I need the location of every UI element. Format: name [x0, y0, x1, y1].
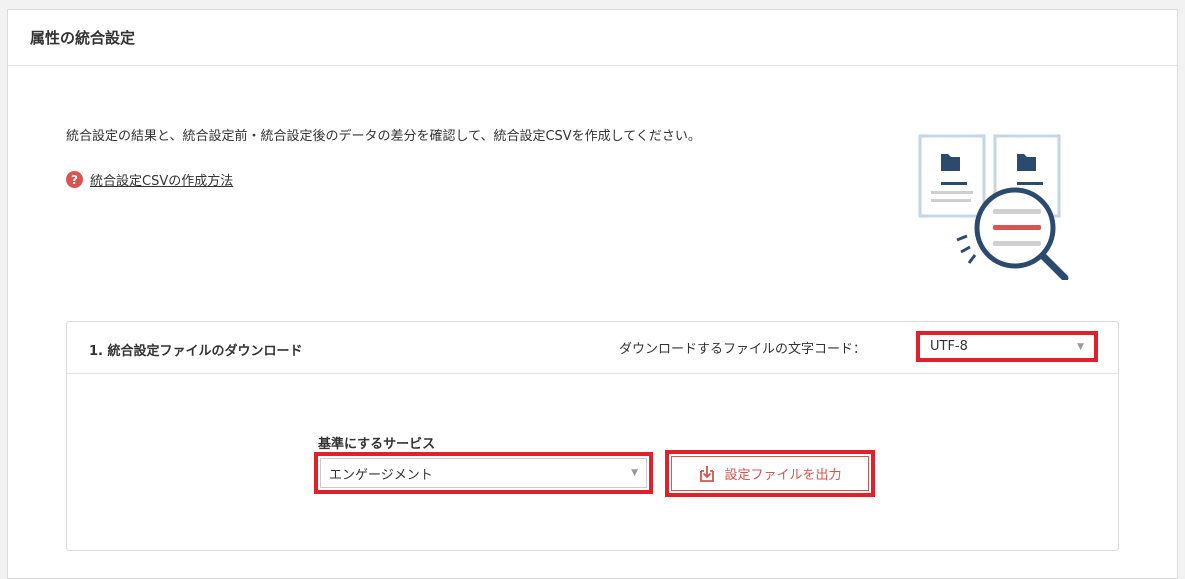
download-tray-icon	[700, 465, 715, 482]
question-circle-icon: ?	[66, 171, 83, 188]
caret-down-icon: ▼	[1077, 341, 1084, 352]
export-settings-button[interactable]: 設定ファイルを出力	[671, 456, 869, 491]
service-select[interactable]: エンゲージメント ▼	[320, 458, 647, 488]
page-title: 属性の統合設定	[30, 29, 136, 47]
document-compare-illustration	[918, 134, 1069, 280]
help-link-row: ? 統合設定CSVの作成方法	[66, 170, 233, 189]
section-header: 1. 統合設定ファイルのダウンロード ダウンロードするファイルの文字コード： U…	[67, 322, 1118, 374]
intro-text: 統合設定の結果と、統合設定前・統合設定後のデータの差分を確認して、統合設定CSV…	[66, 129, 701, 144]
panel-header: 属性の統合設定	[8, 10, 1177, 66]
encoding-label: ダウンロードするファイルの文字コード：	[619, 342, 867, 357]
export-highlight: 設定ファイルを出力	[665, 450, 875, 497]
encoding-value: UTF-8	[930, 339, 968, 354]
encoding-select[interactable]: UTF-8 ▼	[922, 337, 1092, 356]
service-highlight: エンゲージメント ▼	[314, 452, 653, 494]
section-title: 1. 統合設定ファイルのダウンロード	[89, 344, 303, 359]
caret-down-icon: ▼	[631, 468, 638, 478]
download-section: 1. 統合設定ファイルのダウンロード ダウンロードするファイルの文字コード： U…	[66, 321, 1119, 551]
service-label: 基準にするサービス	[318, 437, 436, 452]
export-button-label: 設定ファイルを出力	[724, 468, 842, 483]
service-value: エンゲージメント	[329, 467, 433, 483]
help-link[interactable]: 統合設定CSVの作成方法	[90, 170, 233, 189]
settings-panel: 属性の統合設定 統合設定の結果と、統合設定前・統合設定後のデータの差分を確認して…	[7, 9, 1178, 579]
encoding-highlight: UTF-8 ▼	[916, 331, 1098, 362]
